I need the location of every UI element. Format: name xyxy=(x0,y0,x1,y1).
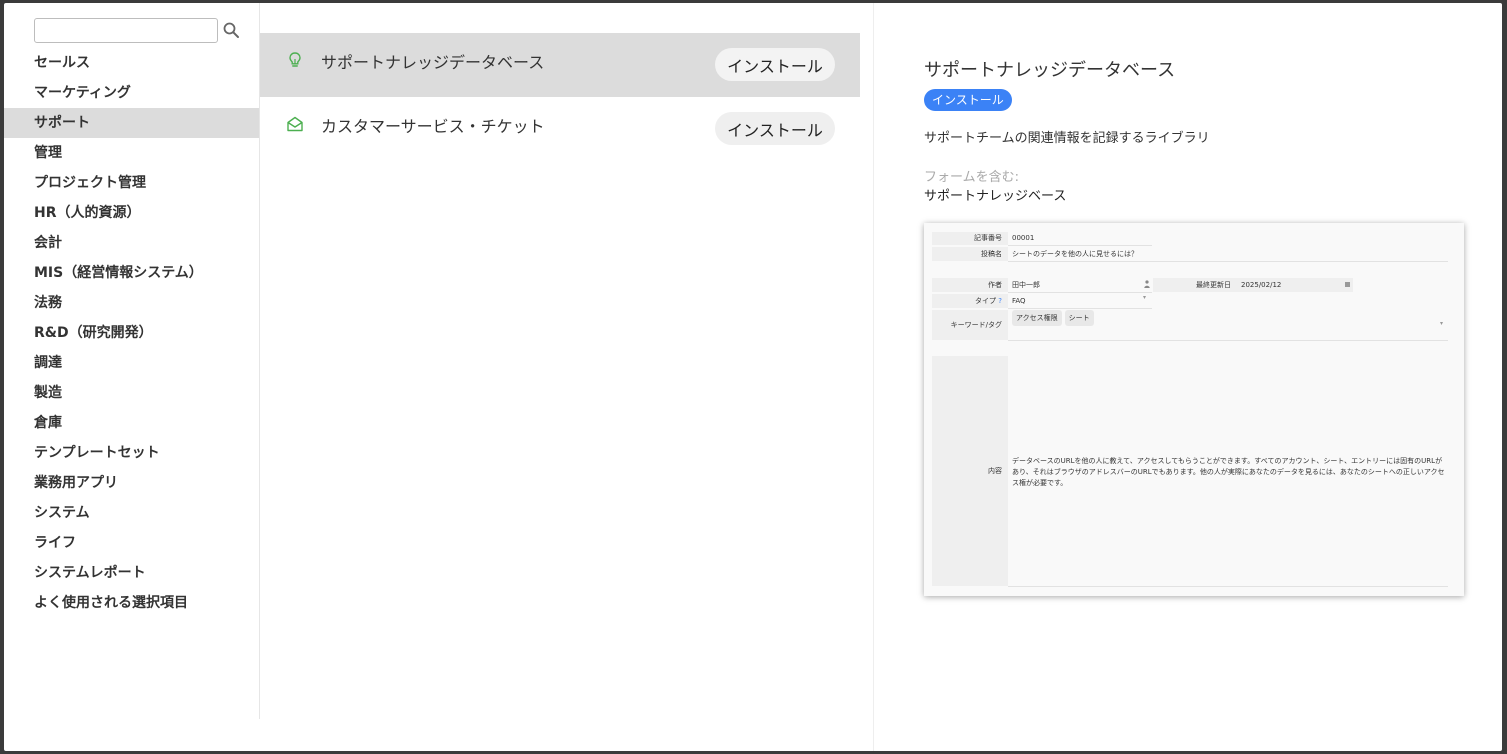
category-sales[interactable]: セールス xyxy=(4,48,259,78)
preview-divider xyxy=(1008,292,1152,293)
preview-updated-label: 最終更新日 xyxy=(1153,278,1237,292)
category-hr[interactable]: HR（人的資源） xyxy=(4,198,259,228)
tag-chip: アクセス権限 xyxy=(1012,310,1062,326)
install-button[interactable]: インストール xyxy=(715,48,835,81)
preview-tags: アクセス権限 シート xyxy=(1008,310,1097,326)
preview-article-no-label: 記事番号 xyxy=(932,232,1008,245)
preview-updated: 2025/02/12 xyxy=(1237,278,1353,292)
category-procurement[interactable]: 調達 xyxy=(4,348,259,378)
chevron-down-icon: ▾ xyxy=(1143,294,1147,301)
category-system[interactable]: システム xyxy=(4,498,259,528)
preview-divider xyxy=(1008,261,1448,262)
detail-description: サポートチームの関連情報を記録するライブラリ xyxy=(924,131,1210,146)
category-marketing[interactable]: マーケティング xyxy=(4,78,259,108)
detail-install-button[interactable]: インストール xyxy=(924,89,1012,111)
search-icon[interactable] xyxy=(222,21,240,39)
category-life[interactable]: ライフ xyxy=(4,528,259,558)
template-detail: サポートナレッジデータベース インストール サポートチームの関連情報を記録するラ… xyxy=(875,3,1502,751)
template-dialog: セールス マーケティング サポート 管理 プロジェクト管理 HR（人的資源） 会… xyxy=(4,3,1502,751)
category-sidebar: セールス マーケティング サポート 管理 プロジェクト管理 HR（人的資源） 会… xyxy=(4,3,260,719)
chevron-down-icon: ▾ xyxy=(1440,320,1444,327)
help-icon: ? xyxy=(998,297,1002,305)
category-manufacturing[interactable]: 製造 xyxy=(4,378,259,408)
preview-divider xyxy=(1008,245,1152,246)
preview-type-label: タイプ xyxy=(975,297,997,305)
category-legal[interactable]: 法務 xyxy=(4,288,259,318)
preview-author-label: 作者 xyxy=(932,278,1008,292)
preview-article-no: 00001 xyxy=(1012,234,1035,242)
category-project-management[interactable]: プロジェクト管理 xyxy=(4,168,259,198)
category-accounting[interactable]: 会計 xyxy=(4,228,259,258)
category-common-options[interactable]: よく使用される選択項目 xyxy=(4,588,259,618)
envelope-open-icon xyxy=(286,115,304,133)
category-mis[interactable]: MIS（経営情報システム） xyxy=(4,258,259,288)
template-list: サポートナレッジデータベース インストール カスタマーサービス・チケット インス… xyxy=(260,3,874,751)
category-system-reports[interactable]: システムレポート xyxy=(4,558,259,588)
detail-title: サポートナレッジデータベース xyxy=(924,60,1176,81)
preview-type: FAQ xyxy=(1012,297,1026,305)
category-business-apps[interactable]: 業務用アプリ xyxy=(4,468,259,498)
preview-divider xyxy=(1008,308,1152,309)
preview-question-label: 投稿名 xyxy=(932,247,1008,261)
search-box xyxy=(34,18,254,44)
forms-value: サポートナレッジベース xyxy=(924,189,1067,204)
forms-label: フォームを含む: xyxy=(924,170,1019,185)
preview-type-label-cell: タイプ ? xyxy=(932,294,1008,308)
preview-divider xyxy=(1008,340,1448,341)
preview-question: シートのデータを他の人に見せるには？ xyxy=(1012,250,1138,258)
category-template-sets[interactable]: テンプレートセット xyxy=(4,438,259,468)
template-name: カスタマーサービス・チケット xyxy=(321,117,545,136)
calendar-icon xyxy=(1345,282,1350,287)
category-warehouse[interactable]: 倉庫 xyxy=(4,408,259,438)
category-list: セールス マーケティング サポート 管理 プロジェクト管理 HR（人的資源） 会… xyxy=(4,48,259,618)
category-support[interactable]: サポート xyxy=(4,108,259,138)
template-name: サポートナレッジデータベース xyxy=(321,53,545,72)
lightbulb-icon xyxy=(286,51,304,69)
category-management[interactable]: 管理 xyxy=(4,138,259,168)
template-row-knowledge-base[interactable]: サポートナレッジデータベース インストール xyxy=(260,33,860,97)
form-preview-image: 記事番号 00001 投稿名 シートのデータを他の人に見せるには？ 作者 田中一… xyxy=(924,223,1464,596)
person-icon xyxy=(1144,280,1150,288)
preview-divider xyxy=(1008,586,1448,587)
category-rnd[interactable]: R&D（研究開発） xyxy=(4,318,259,348)
preview-keywords-label: キーワード/タグ xyxy=(932,310,1008,340)
search-input[interactable] xyxy=(34,18,218,43)
preview-author: 田中一郎 xyxy=(1012,281,1040,289)
tag-chip: シート xyxy=(1064,310,1094,326)
preview-content: データベースのURLを他の人に教えて、アクセスしてもらうことができます。すべての… xyxy=(1012,457,1445,487)
install-button[interactable]: インストール xyxy=(715,112,835,145)
preview-content-label: 内容 xyxy=(932,356,1008,586)
template-row-customer-service-ticket[interactable]: カスタマーサービス・チケット インストール xyxy=(260,97,860,161)
